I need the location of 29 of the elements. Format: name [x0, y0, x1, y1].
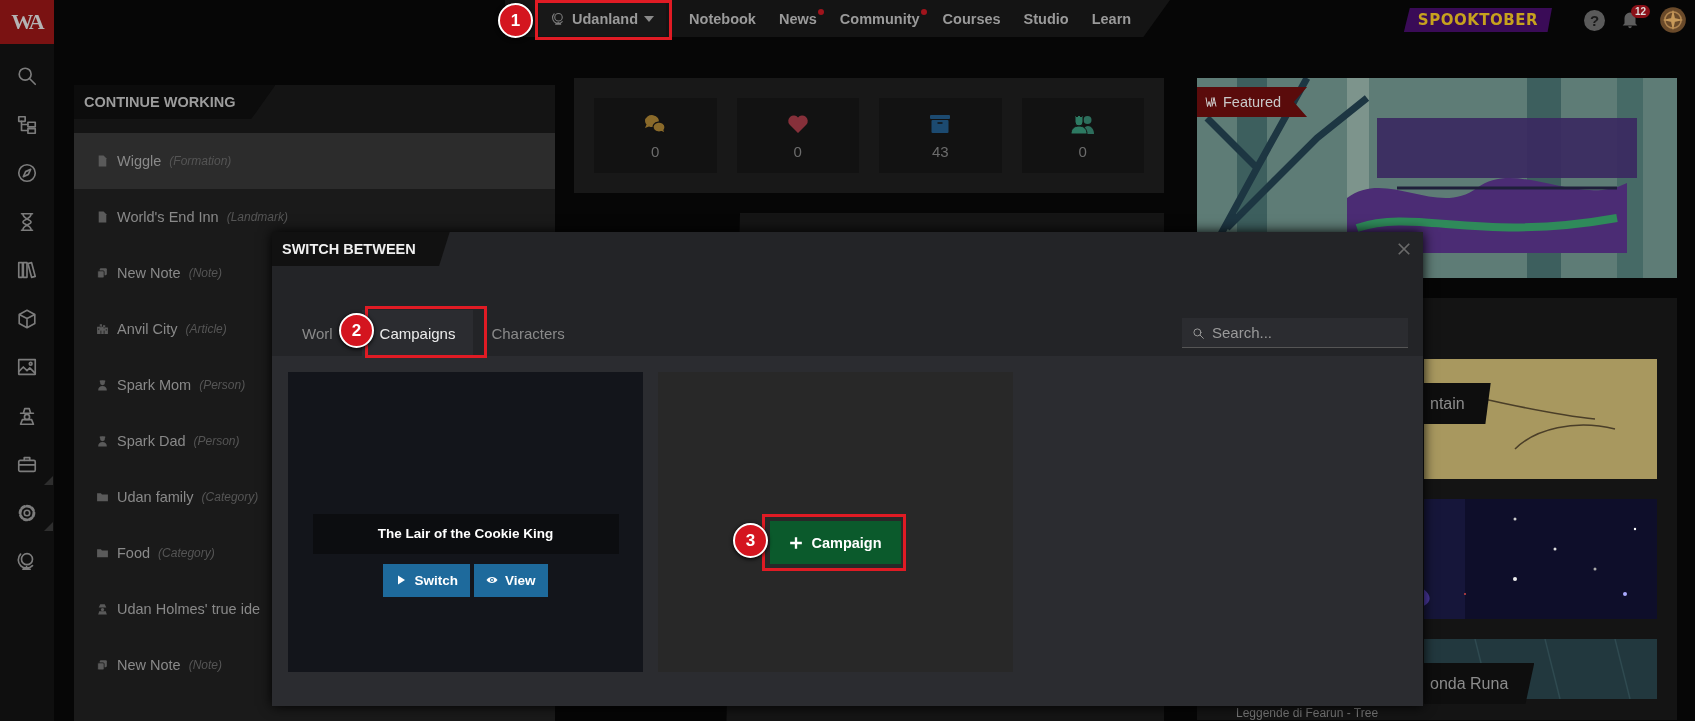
item-name: Food	[117, 545, 151, 561]
article-caption: Leggende di Fearun - Tree	[1235, 707, 1380, 720]
stat-value: 0	[1078, 142, 1087, 160]
item-name: Anvil City	[117, 321, 178, 337]
item-type: (Category)	[158, 546, 215, 560]
stat-value: 0	[793, 142, 802, 160]
item-type: (Category)	[201, 490, 259, 504]
item-name: Spark Dad	[117, 433, 186, 449]
section-title: CONTINUE WORKING	[74, 85, 276, 119]
item-name: Wiggle	[117, 153, 162, 169]
featured-ribbon: Featured	[1197, 87, 1308, 117]
item-name: Udan family	[117, 489, 194, 505]
item-type: (Note)	[188, 266, 222, 280]
item-name: Spark Mom	[117, 377, 192, 393]
notification-count: 12	[1631, 5, 1651, 18]
item-type: (Note)	[188, 658, 222, 672]
item-type: (Person)	[193, 434, 240, 448]
item-type: (Person)	[199, 378, 246, 392]
campaign-title: The Lair of the Cookie King	[312, 513, 619, 554]
stat-value: 0	[651, 142, 660, 160]
item-name: World's End Inn	[117, 209, 219, 225]
item-type: (Landmark)	[226, 210, 288, 224]
item-type: (Article)	[185, 322, 227, 336]
dialog-title: SWITCH BETWEEN	[272, 232, 450, 266]
item-name: New Note	[117, 657, 181, 673]
stat-value: 43	[931, 142, 949, 160]
step-badge: 1	[498, 3, 533, 38]
item-name: Udan Holmes' true ide	[117, 601, 260, 617]
item-name: New Note	[117, 265, 181, 281]
